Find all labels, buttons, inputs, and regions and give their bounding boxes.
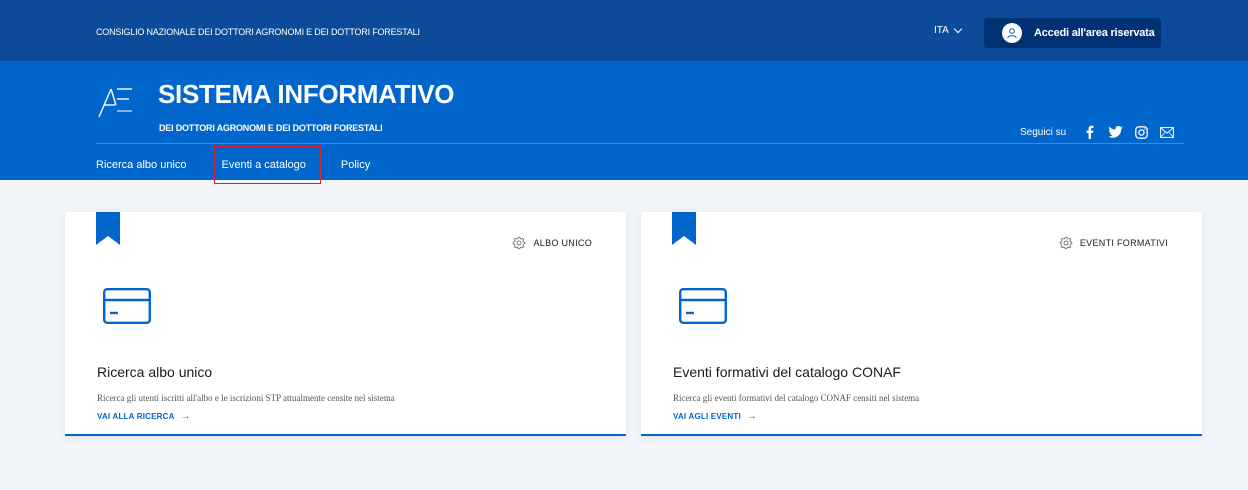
nav-item-policy[interactable]: Policy xyxy=(341,159,370,171)
login-button[interactable]: Accedi all'area riservata xyxy=(984,18,1161,48)
credit-card-icon xyxy=(103,288,151,324)
highlight-box xyxy=(214,146,321,184)
site-header: SISTEMA INFORMATIVO DEI DOTTORI AGRONOMI… xyxy=(0,61,1248,180)
card-title: Ricerca albo unico xyxy=(97,364,213,380)
arrow-right-icon: → xyxy=(180,411,191,422)
logo-icon[interactable] xyxy=(96,83,134,121)
mail-icon[interactable] xyxy=(1156,123,1178,141)
card-link-ricerca[interactable]: VAI ALLA RICERCA → xyxy=(97,411,191,422)
social-links: Seguici su xyxy=(1020,123,1182,141)
card-category-label: EVENTI FORMATIVI xyxy=(1079,238,1168,248)
follow-label: Seguici su xyxy=(1020,126,1067,138)
user-icon xyxy=(1002,23,1022,43)
card-description: Ricerca gli utenti iscritti all'albo e l… xyxy=(97,393,395,403)
gear-icon xyxy=(513,236,526,250)
twitter-icon[interactable] xyxy=(1104,123,1126,141)
site-subtitle: DEI DOTTORI AGRONOMI E DEI DOTTORI FORES… xyxy=(159,123,383,133)
nav-divider xyxy=(96,143,1184,144)
card-eventi-formativi: EVENTI FORMATIVI Eventi formativi del ca… xyxy=(641,212,1202,436)
chevron-down-icon xyxy=(953,24,963,34)
card-albo-unico: ALBO UNICO Ricerca albo unico Ricerca gl… xyxy=(65,212,626,436)
arrow-right-icon: → xyxy=(746,411,758,422)
card-category: ALBO UNICO xyxy=(512,236,592,250)
card-link-label: VAI AGLI EVENTI xyxy=(673,412,741,421)
card-title: Eventi formativi del catalogo CONAF xyxy=(673,364,901,380)
card-category: EVENTI FORMATIVI xyxy=(1059,236,1168,250)
card-description: Ricerca gli eventi formativi del catalog… xyxy=(673,393,920,403)
card-link-label: VAI ALLA RICERCA xyxy=(97,412,175,421)
site-title[interactable]: SISTEMA INFORMATIVO xyxy=(158,79,454,110)
login-label: Accedi all'area riservata xyxy=(1034,27,1155,39)
bookmark-icon xyxy=(96,212,120,245)
org-name[interactable]: CONSIGLIO NAZIONALE DEI DOTTORI AGRONOMI… xyxy=(96,27,420,37)
card-link-eventi[interactable]: VAI AGLI EVENTI → xyxy=(673,411,757,422)
instagram-icon[interactable] xyxy=(1130,123,1152,141)
card-category-label: ALBO UNICO xyxy=(533,238,592,248)
bookmark-icon xyxy=(672,212,696,245)
gear-icon xyxy=(1059,236,1073,250)
facebook-icon[interactable] xyxy=(1078,123,1100,141)
nav-item-ricerca-albo[interactable]: Ricerca albo unico xyxy=(96,159,187,171)
language-label: ITA xyxy=(934,25,949,36)
credit-card-icon xyxy=(679,288,727,324)
top-bar: CONSIGLIO NAZIONALE DEI DOTTORI AGRONOMI… xyxy=(0,0,1248,61)
language-selector[interactable]: ITA xyxy=(934,24,963,36)
